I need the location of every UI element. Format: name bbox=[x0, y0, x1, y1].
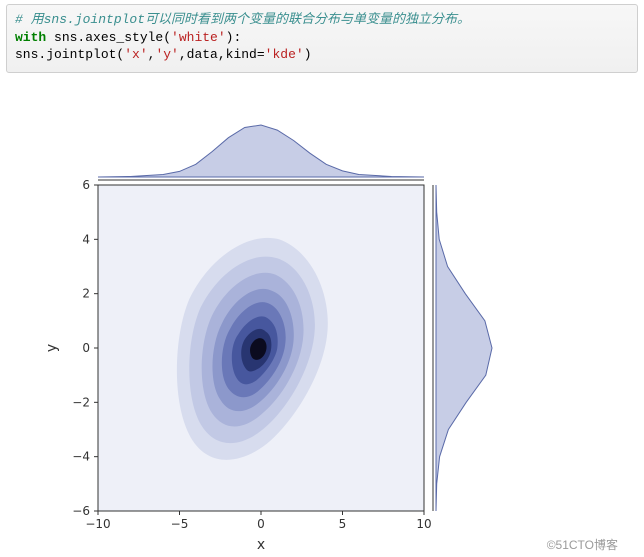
svg-text:−4: −4 bbox=[72, 449, 90, 463]
svg-text:4: 4 bbox=[82, 232, 90, 246]
kw-with: with bbox=[15, 30, 46, 45]
svg-text:−10: −10 bbox=[85, 517, 110, 531]
jointplot-figure: −10 −5 0 5 10 −6 −4 −2 0 2 4 6 x y ©51CTO博客 bbox=[6, 77, 626, 557]
svg-text:0: 0 bbox=[257, 517, 265, 531]
svg-text:y: y bbox=[44, 343, 60, 351]
svg-text:6: 6 bbox=[82, 178, 90, 192]
svg-text:−6: −6 bbox=[72, 504, 90, 518]
code-cell: # 用sns.jointplot可以同时看到两个变量的联合分布与单变量的独立分布… bbox=[6, 4, 638, 73]
svg-text:−5: −5 bbox=[171, 517, 189, 531]
svg-text:0: 0 bbox=[82, 341, 90, 355]
jointplot-svg: −10 −5 0 5 10 −6 −4 −2 0 2 4 6 x y bbox=[6, 77, 626, 557]
svg-text:−2: −2 bbox=[72, 395, 90, 409]
svg-text:x: x bbox=[257, 537, 265, 553]
code-comment: # 用sns.jointplot可以同时看到两个变量的联合分布与单变量的独立分布… bbox=[15, 12, 470, 27]
svg-text:5: 5 bbox=[339, 517, 347, 531]
svg-text:2: 2 bbox=[82, 286, 90, 300]
watermark: ©51CTO博客 bbox=[547, 536, 618, 553]
svg-text:10: 10 bbox=[416, 517, 431, 531]
